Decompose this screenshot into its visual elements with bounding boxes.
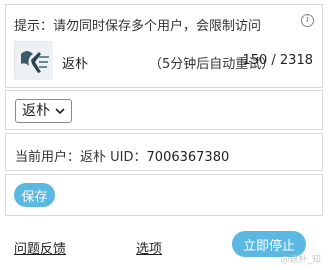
save-card: 保存 [5,174,323,216]
current-user-name: 返朴 [80,150,107,165]
chevron-down-icon [55,107,65,114]
user-name: 返朴 [62,57,89,72]
current-user-card: 当前用户：返朴 UID：7006367380 [5,133,323,171]
user-select[interactable]: 返朴 [15,99,72,123]
current-user-line: 当前用户：返朴 UID：7006367380 [15,146,229,165]
feedback-link[interactable]: 问题反馈 [14,238,66,257]
avatar [14,41,53,80]
notice-card: 提示：请勿同时保存多个用户，会限制访问 i 返朴 （5分钟后自动重试） 150 … [5,4,323,88]
current-user-label: 当前用户： [15,150,81,165]
options-link[interactable]: 选项 [136,238,162,257]
save-button[interactable]: 保存 [14,183,55,207]
user-select-value: 返朴 [22,103,50,119]
uid-value: 7006367380 [146,150,230,165]
notice-text: 提示：请勿同时保存多个用户，会限制访问 [14,19,262,34]
user-select-card: 返朴 [5,90,323,130]
avatar-logo-icon [15,42,53,80]
progress-counter: 150 / 2318 [242,53,313,68]
info-icon[interactable]: i [301,14,314,27]
uid-label: UID： [106,150,147,165]
watermark: @返朴_知 [280,255,321,265]
